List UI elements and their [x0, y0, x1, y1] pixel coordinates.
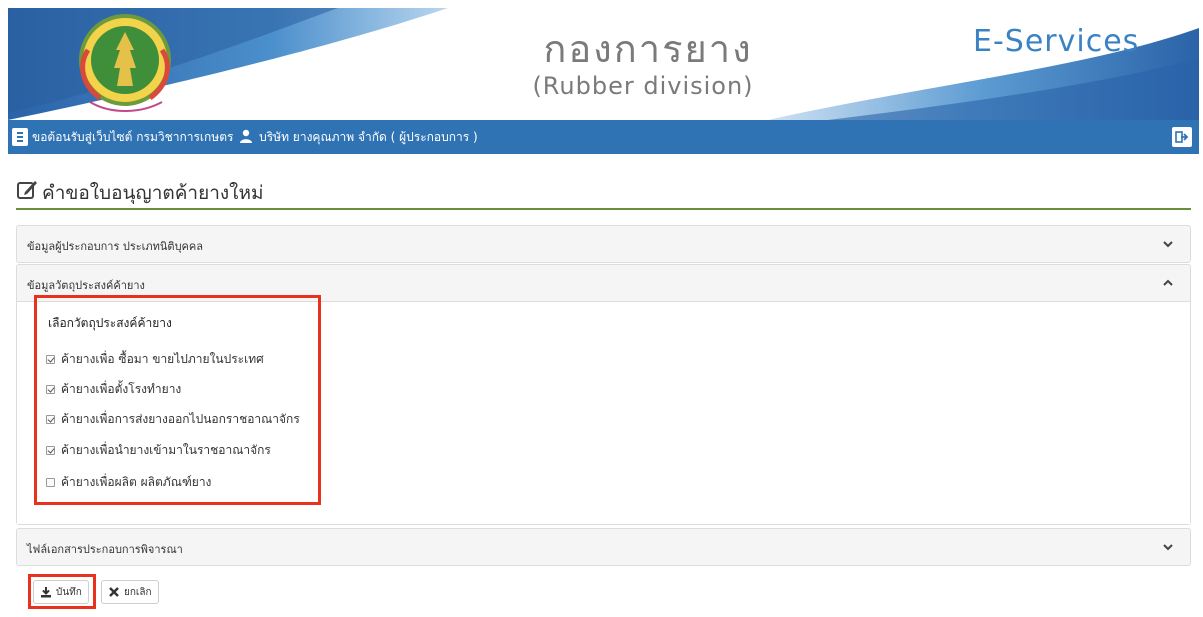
panel-title: ข้อมูลผู้ประกอบการ ประเภทนิติบุคคล — [27, 240, 204, 253]
page-heading: คำขอใบอนุญาตค้ายางใหม่ — [16, 178, 1191, 210]
option-label: ค้ายางเพื่อผลิต ผลิตภัณฑ์ยาง — [61, 475, 212, 489]
header-banner: กองการยาง (Rubber division) E-Services — [8, 8, 1199, 120]
site-title-english: (Rubber division) — [532, 72, 754, 100]
sign-out-icon — [1175, 131, 1189, 143]
panel-operator-info[interactable]: ข้อมูลผู้ประกอบการ ประเภทนิติบุคคล — [16, 225, 1191, 263]
checkbox[interactable] — [46, 478, 55, 487]
chevron-up-icon[interactable] — [1162, 277, 1174, 289]
chevron-down-icon[interactable] — [1162, 541, 1174, 553]
site-title-thai: กองการยาง — [543, 27, 753, 71]
option-label: ค้ายางเพื่อนำยางเข้ามาในราชอาณาจักร — [61, 443, 271, 457]
save-button[interactable]: บันทึก — [33, 580, 89, 604]
panel-header[interactable]: ไฟล์เอกสารประกอบการพิจารณา — [17, 529, 1190, 565]
chevron-down-icon[interactable] — [1162, 238, 1174, 250]
cancel-button[interactable]: ยกเลิก — [101, 580, 159, 604]
menu-icon[interactable] — [12, 128, 28, 146]
panel-title: ไฟล์เอกสารประกอบการพิจารณา — [27, 543, 183, 556]
welcome-bar: ขอต้อนรับสู่เว็บไซต์ กรมวิชาการเกษตร บริ… — [32, 128, 478, 147]
close-icon — [109, 587, 119, 597]
panel-title: ข้อมูลวัตถุประสงค์ค้ายาง — [27, 279, 145, 292]
download-icon — [41, 587, 51, 598]
purpose-option-import[interactable]: ค้ายางเพื่อนำยางเข้ามาในราชอาณาจักร — [46, 441, 271, 460]
option-label: ค้ายางเพื่อ ซื้อมา ขายไปภายในประเทศ — [61, 352, 264, 366]
panel-documents[interactable]: ไฟล์เอกสารประกอบการพิจารณา — [16, 528, 1191, 566]
user-name: บริษัท ยางคุณภาพ จำกัด ( ผู้ประกอบการ ) — [259, 130, 478, 144]
welcome-text: ขอต้อนรับสู่เว็บไซต์ กรมวิชาการเกษตร — [32, 130, 234, 144]
checkbox[interactable] — [46, 415, 55, 424]
purpose-option-rubber-factory[interactable]: ค้ายางเพื่อตั้งโรงทำยาง — [46, 380, 181, 399]
department-logo — [79, 14, 171, 112]
panel-header[interactable]: ข้อมูลผู้ประกอบการ ประเภทนิติบุคคล — [17, 226, 1190, 262]
eservices-label: E-Services — [973, 24, 1140, 59]
purpose-option-domestic-trade[interactable]: ค้ายางเพื่อ ซื้อมา ขายไปภายในประเทศ — [46, 350, 264, 369]
purpose-section-title: เลือกวัตถุประสงค์ค้ายาง — [48, 316, 172, 330]
checkbox[interactable] — [46, 355, 55, 364]
option-label: ค้ายางเพื่อการส่งยางออกไปนอกราชอาณาจักร — [61, 412, 300, 426]
top-navbar: ขอต้อนรับสู่เว็บไซต์ กรมวิชาการเกษตร บริ… — [8, 120, 1199, 154]
checkbox[interactable] — [46, 446, 55, 455]
user-icon — [240, 129, 253, 143]
purpose-option-export[interactable]: ค้ายางเพื่อการส่งยางออกไปนอกราชอาณาจักร — [46, 410, 300, 429]
option-label: ค้ายางเพื่อตั้งโรงทำยาง — [61, 382, 182, 396]
checkbox[interactable] — [46, 385, 55, 394]
edit-icon — [17, 181, 37, 199]
purpose-option-manufacture[interactable]: ค้ายางเพื่อผลิต ผลิตภัณฑ์ยาง — [46, 473, 211, 492]
cancel-label: ยกเลิก — [124, 586, 152, 598]
save-label: บันทึก — [56, 586, 82, 598]
page-title: คำขอใบอนุญาตค้ายางใหม่ — [42, 182, 264, 204]
logout-button[interactable] — [1172, 127, 1192, 147]
